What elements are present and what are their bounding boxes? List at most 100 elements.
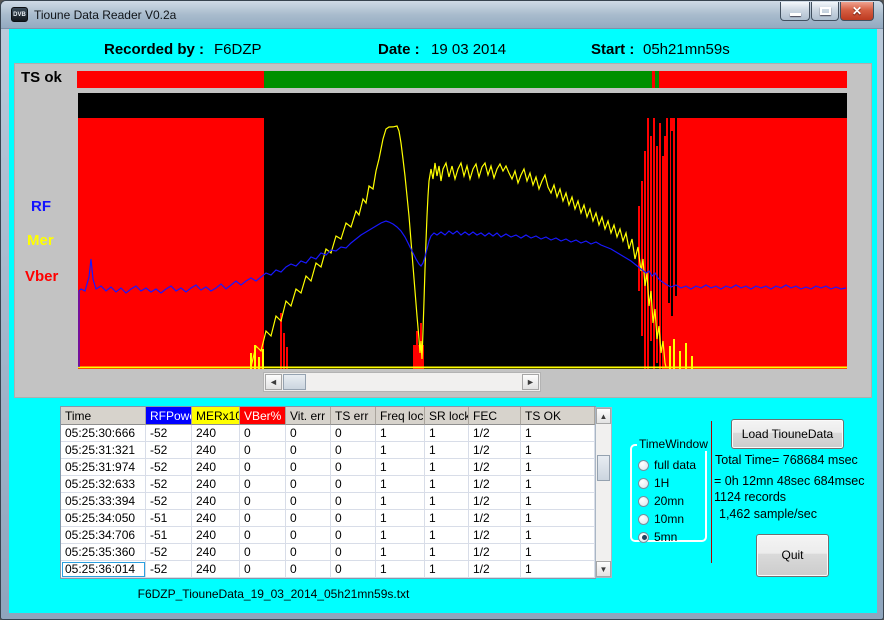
radio-option-1h[interactable]: 1H bbox=[638, 476, 669, 490]
table-cell[interactable]: 1/2 bbox=[469, 527, 521, 544]
table-header-cell[interactable]: Vit. err bbox=[286, 407, 331, 425]
radio-icon[interactable] bbox=[638, 532, 649, 543]
table-cell[interactable]: 1/2 bbox=[469, 544, 521, 561]
table-cell[interactable]: 0 bbox=[286, 527, 331, 544]
table-cell[interactable]: -51 bbox=[146, 527, 192, 544]
table-vertical-scrollbar[interactable]: ▲ ▼ bbox=[595, 407, 612, 578]
table-cell[interactable]: 1 bbox=[425, 510, 469, 527]
table-header-cell[interactable]: Time bbox=[61, 407, 146, 425]
table-cell[interactable]: 240 bbox=[192, 493, 240, 510]
scrollbar-thumb[interactable] bbox=[283, 374, 306, 390]
table-cell[interactable]: 1 bbox=[376, 459, 425, 476]
table-cell[interactable]: -51 bbox=[146, 510, 192, 527]
table-cell[interactable]: 1/2 bbox=[469, 561, 521, 578]
table-cell[interactable]: 0 bbox=[331, 493, 376, 510]
table-header-cell[interactable]: MERx10 bbox=[192, 407, 240, 425]
chart-horizontal-scrollbar[interactable]: ◄ ► bbox=[263, 372, 541, 392]
scroll-left-arrow-icon[interactable]: ◄ bbox=[265, 374, 282, 390]
table-cell[interactable]: 1 bbox=[376, 425, 425, 442]
table-cell[interactable]: 05:25:34:050 bbox=[61, 510, 146, 527]
title-bar[interactable]: DVB Tioune Data Reader V0.2a bbox=[1, 1, 883, 29]
radio-icon[interactable] bbox=[638, 460, 649, 471]
table-cell[interactable]: 1 bbox=[425, 476, 469, 493]
table-cell[interactable]: 1 bbox=[425, 425, 469, 442]
table-cell[interactable]: 240 bbox=[192, 527, 240, 544]
table-header-cell[interactable]: TS OK bbox=[521, 407, 595, 425]
table-cell[interactable]: 0 bbox=[331, 544, 376, 561]
table-cell[interactable]: 0 bbox=[240, 510, 286, 527]
table-cell[interactable]: 05:25:34:706 bbox=[61, 527, 146, 544]
table-header-cell[interactable]: VBer% bbox=[240, 407, 286, 425]
table-cell[interactable]: 0 bbox=[331, 561, 376, 578]
table-cell[interactable]: 1 bbox=[376, 561, 425, 578]
table-cell[interactable]: 240 bbox=[192, 425, 240, 442]
minimize-button[interactable] bbox=[780, 2, 810, 21]
table-cell[interactable]: 0 bbox=[331, 510, 376, 527]
table-cell[interactable]: -52 bbox=[146, 544, 192, 561]
table-cell[interactable]: 1/2 bbox=[469, 442, 521, 459]
table-cell[interactable]: 1 bbox=[376, 442, 425, 459]
radio-icon[interactable] bbox=[638, 514, 649, 525]
radio-icon[interactable] bbox=[638, 478, 649, 489]
table-cell[interactable]: 0 bbox=[286, 544, 331, 561]
table-cell[interactable]: 1/2 bbox=[469, 459, 521, 476]
table-cell[interactable]: 0 bbox=[240, 544, 286, 561]
table-cell[interactable]: 0 bbox=[240, 527, 286, 544]
maximize-button[interactable] bbox=[811, 2, 839, 21]
table-cell[interactable]: 1 bbox=[376, 510, 425, 527]
radio-option-10mn[interactable]: 10mn bbox=[638, 512, 684, 526]
table-cell[interactable]: 1 bbox=[376, 527, 425, 544]
data-table[interactable]: TimeRFPowerMERx10VBer%Vit. errTS errFreq… bbox=[60, 406, 596, 579]
table-cell[interactable]: 1 bbox=[425, 561, 469, 578]
table-cell[interactable]: 240 bbox=[192, 442, 240, 459]
table-cell[interactable]: 0 bbox=[240, 493, 286, 510]
table-cell[interactable]: 1/2 bbox=[469, 510, 521, 527]
radio-icon[interactable] bbox=[638, 496, 649, 507]
table-cell[interactable]: 240 bbox=[192, 561, 240, 578]
table-cell[interactable]: 1 bbox=[521, 476, 595, 493]
table-cell[interactable]: 240 bbox=[192, 476, 240, 493]
table-cell[interactable]: 0 bbox=[331, 425, 376, 442]
table-cell[interactable]: 0 bbox=[286, 561, 331, 578]
table-cell[interactable]: 240 bbox=[192, 544, 240, 561]
radio-option-full-data[interactable]: full data bbox=[638, 458, 696, 472]
table-cell[interactable]: 1 bbox=[521, 425, 595, 442]
table-header-cell[interactable]: FEC bbox=[469, 407, 521, 425]
table-cell[interactable]: 0 bbox=[240, 561, 286, 578]
table-header-cell[interactable]: TS err bbox=[331, 407, 376, 425]
table-cell[interactable]: 240 bbox=[192, 510, 240, 527]
table-cell[interactable]: 05:25:30:666 bbox=[61, 425, 146, 442]
table-cell[interactable]: 0 bbox=[286, 510, 331, 527]
table-cell[interactable]: 0 bbox=[331, 476, 376, 493]
table-cell[interactable]: 1/2 bbox=[469, 493, 521, 510]
table-cell[interactable]: 0 bbox=[240, 459, 286, 476]
table-header-cell[interactable]: SR lock bbox=[425, 407, 469, 425]
table-cell[interactable]: 1 bbox=[425, 442, 469, 459]
table-cell[interactable]: 05:25:31:321 bbox=[61, 442, 146, 459]
table-cell[interactable]: 1 bbox=[425, 459, 469, 476]
table-cell[interactable]: -52 bbox=[146, 493, 192, 510]
table-cell[interactable]: 1 bbox=[521, 527, 595, 544]
table-cell[interactable]: 05:25:33:394 bbox=[61, 493, 146, 510]
table-cell[interactable]: 0 bbox=[331, 459, 376, 476]
scrollbar-thumb[interactable] bbox=[597, 455, 610, 481]
close-button[interactable]: ✕ bbox=[840, 2, 874, 21]
table-cell[interactable]: 1 bbox=[521, 561, 595, 578]
table-cell[interactable]: 1 bbox=[376, 476, 425, 493]
table-cell[interactable]: 240 bbox=[192, 459, 240, 476]
table-cell[interactable]: 1 bbox=[376, 544, 425, 561]
table-cell[interactable]: -52 bbox=[146, 442, 192, 459]
table-cell[interactable]: 1 bbox=[376, 493, 425, 510]
table-cell[interactable]: 1 bbox=[425, 527, 469, 544]
table-header-cell[interactable]: Freq lock bbox=[376, 407, 425, 425]
scroll-down-arrow-icon[interactable]: ▼ bbox=[596, 561, 611, 577]
table-cell[interactable]: 1 bbox=[425, 544, 469, 561]
table-cell[interactable]: 1 bbox=[425, 493, 469, 510]
table-cell[interactable]: 0 bbox=[240, 425, 286, 442]
table-cell[interactable]: 0 bbox=[240, 442, 286, 459]
table-header-cell[interactable]: RFPower bbox=[146, 407, 192, 425]
table-cell[interactable]: 1 bbox=[521, 493, 595, 510]
table-cell[interactable]: 1 bbox=[521, 544, 595, 561]
table-cell[interactable]: 0 bbox=[331, 442, 376, 459]
table-cell[interactable]: 05:25:31:974 bbox=[61, 459, 146, 476]
